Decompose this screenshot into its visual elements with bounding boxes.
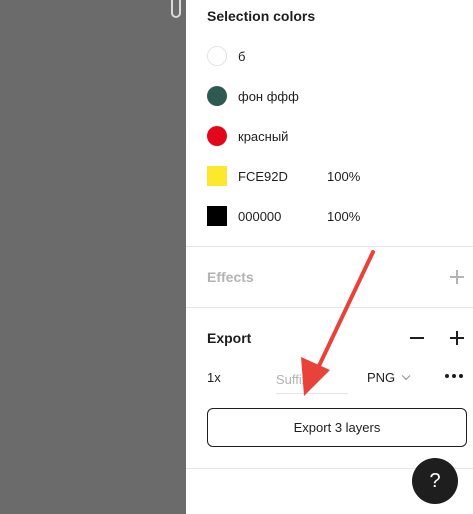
- section-divider: [186, 307, 473, 308]
- export-scale[interactable]: 1x: [207, 370, 221, 385]
- color-swatch[interactable]: [207, 206, 227, 226]
- add-effect-plus-icon[interactable]: [450, 270, 464, 284]
- color-swatch[interactable]: [207, 126, 227, 146]
- color-swatch[interactable]: [207, 46, 227, 66]
- color-name: б: [238, 48, 246, 64]
- selection-color-row[interactable]: 000000 100%: [207, 206, 467, 226]
- chevron-down-icon: [402, 371, 411, 380]
- color-name: фон ффф: [238, 88, 299, 104]
- selection-color-row[interactable]: б: [207, 46, 467, 66]
- color-hex[interactable]: 000000: [238, 209, 281, 224]
- color-opacity[interactable]: 100%: [327, 209, 360, 224]
- help-button[interactable]: ?: [412, 458, 458, 504]
- canvas[interactable]: [0, 0, 186, 514]
- export-title: Export: [207, 330, 252, 346]
- export-suffix-input[interactable]: [276, 366, 348, 394]
- more-horizontal-icon[interactable]: [445, 374, 463, 378]
- export-format-value: PNG: [367, 370, 396, 385]
- color-swatch[interactable]: [207, 166, 227, 186]
- color-name: красный: [238, 128, 289, 144]
- canvas-scrollbar[interactable]: [171, 0, 181, 18]
- export-layers-button[interactable]: Export 3 layers: [207, 408, 467, 447]
- section-divider: [186, 246, 473, 247]
- selection-color-row[interactable]: FCE92D 100%: [207, 166, 467, 186]
- selection-colors-title: Selection colors: [207, 8, 316, 24]
- selection-color-row[interactable]: красный: [207, 126, 467, 146]
- properties-panel: Selection colors б фон ффф красный FCE92…: [186, 0, 473, 514]
- selection-color-row[interactable]: фон ффф: [207, 86, 467, 106]
- color-opacity[interactable]: 100%: [327, 169, 360, 184]
- add-export-plus-icon[interactable]: [450, 331, 464, 345]
- remove-export-minus-icon[interactable]: [410, 331, 424, 345]
- export-format-select[interactable]: PNG: [367, 370, 411, 385]
- effects-title: Effects: [207, 269, 254, 285]
- color-swatch[interactable]: [207, 86, 227, 106]
- color-hex[interactable]: FCE92D: [238, 169, 288, 184]
